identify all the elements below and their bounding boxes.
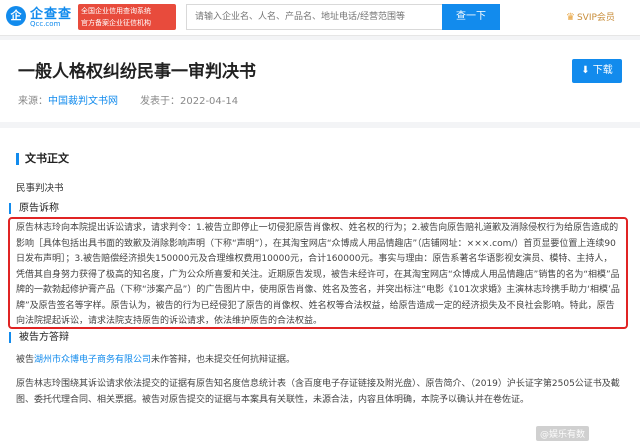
highlight-box: [8, 217, 628, 329]
source-link[interactable]: 中国裁判文书网: [48, 96, 118, 107]
download-button[interactable]: ⬇ 下载: [572, 59, 622, 83]
claims-heading: 原告诉称: [9, 203, 169, 214]
defense-suffix: 未作答辩，也未提交任何抗辩证据。: [151, 355, 296, 365]
publish-date: 2022-04-14: [180, 96, 239, 107]
section-title: 文书正文: [16, 153, 69, 165]
svip-link[interactable]: ♛ SVIP会员: [566, 10, 615, 23]
defendant-company-link[interactable]: 湖州市众博电子商务有限公司: [34, 355, 151, 365]
source-label: 来源：: [18, 96, 48, 107]
credit-badge: 全国企业信用查询系统 官方备案企业征信机构: [78, 4, 176, 30]
logo-subtext: Qcc.com: [30, 20, 61, 28]
search-button[interactable]: 查一下: [442, 4, 500, 30]
badge-line-1: 全国企业信用查询系统: [81, 7, 151, 15]
download-icon: ⬇: [581, 65, 590, 76]
svip-label: SVIP会员: [576, 13, 615, 23]
document-header-panel: 一般人格权纠纷民事一审判决书 ⬇ 下载 来源：中国裁判文书网 发表于：2022-0…: [0, 40, 640, 122]
top-header: 企 企查查 Qcc.com 全国企业信用查询系统 官方备案企业征信机构 查一下 …: [0, 0, 640, 36]
watermark: @娱乐有数: [536, 426, 590, 441]
publish-label: 发表于：: [140, 96, 180, 107]
document-title: 一般人格权纠纷民事一审判决书: [18, 62, 256, 82]
defense-paragraph: 被告湖州市众博电子商务有限公司未作答辩，也未提交任何抗辩证据。: [16, 353, 620, 369]
document-type: 民事判决书: [16, 183, 64, 194]
defense-heading: 被告方答辩: [9, 332, 169, 343]
defense-prefix: 被告: [16, 355, 35, 365]
evidence-paragraph: 原告林志玲围绕其诉讼请求依法提交的证据有原告知名度信息统计表（含百度电子存证链接…: [16, 379, 620, 405]
crown-icon: ♛: [566, 12, 575, 23]
document-body-panel: 文书正文 民事判决书 原告诉称 原告林志玲向本院提出诉讼请求，请求判令：1.被告…: [0, 128, 640, 448]
document-meta: 来源：中国裁判文书网 发表于：2022-04-14: [18, 92, 238, 107]
qcc-logo-icon[interactable]: 企: [6, 6, 26, 26]
download-label: 下载: [592, 65, 613, 76]
badge-line-2: 官方备案企业征信机构: [81, 19, 151, 27]
search-input[interactable]: [186, 4, 442, 30]
